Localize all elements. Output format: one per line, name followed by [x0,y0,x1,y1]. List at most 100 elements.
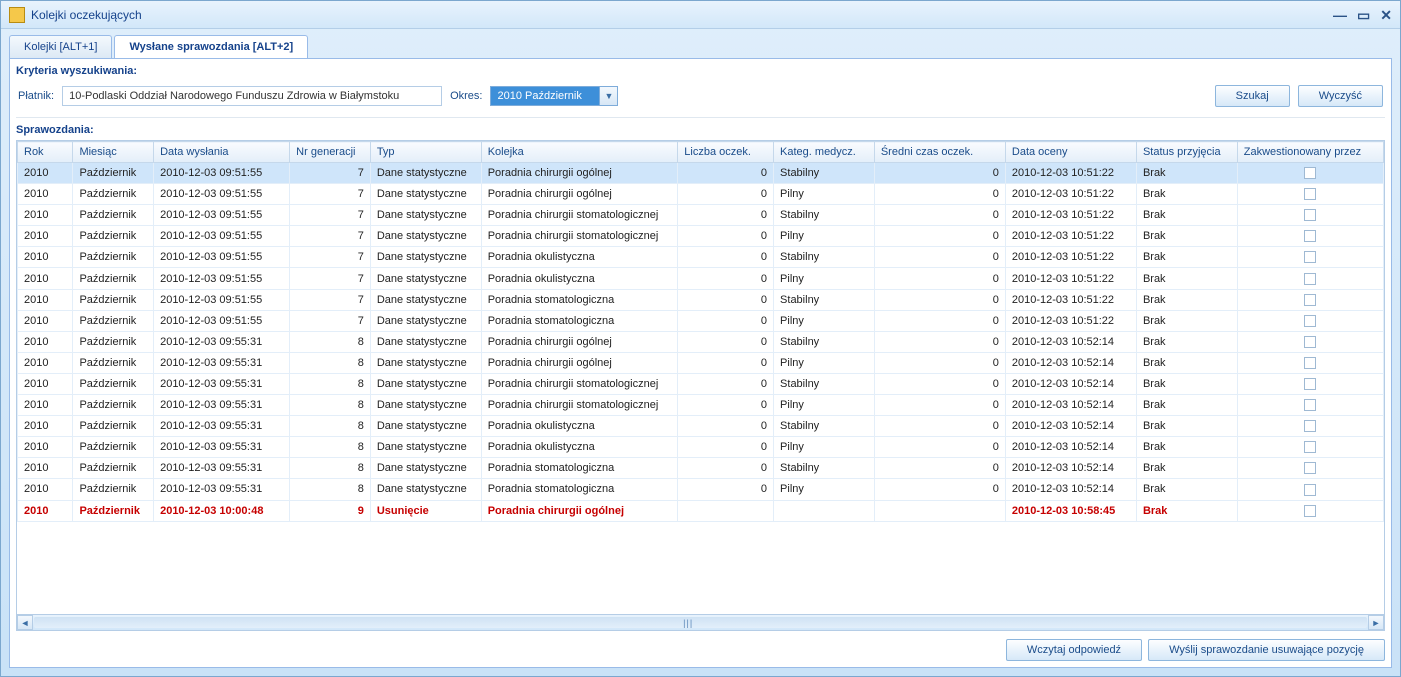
table-cell: 0 [874,268,1005,289]
column-header[interactable]: Liczba oczek. [678,142,774,163]
table-cell: 0 [678,310,774,331]
table-row[interactable]: 2010Październik2010-12-03 09:55:318Dane … [18,437,1384,458]
column-header[interactable]: Nr generacji [290,142,371,163]
table-cell: 0 [678,395,774,416]
reports-section-label: Sprawozdania: [16,124,1385,136]
send-delete-report-button[interactable]: Wyślij sprawozdanie usuwające pozycję [1148,639,1385,661]
table-cell: Brak [1136,373,1237,394]
period-combo[interactable]: ▼ [490,86,618,106]
table-row[interactable]: 2010Październik2010-12-03 10:00:489Usuni… [18,500,1384,521]
checkbox[interactable] [1304,209,1316,221]
table-cell: 2010 [18,310,73,331]
table-cell: Październik [73,331,154,352]
table-cell: Poradnia chirurgii stomatologicznej [481,226,678,247]
table-row[interactable]: 2010Październik2010-12-03 09:51:557Dane … [18,163,1384,184]
payer-field[interactable] [62,86,442,106]
checkbox[interactable] [1304,230,1316,242]
table-cell: Pilny [774,395,875,416]
tab-sent-reports[interactable]: Wysłane sprawozdania [ALT+2] [114,35,308,58]
table-cell: Dane statystyczne [370,163,481,184]
table-row[interactable]: 2010Październik2010-12-03 09:51:557Dane … [18,289,1384,310]
table-cell: Pilny [774,268,875,289]
column-header[interactable]: Kolejka [481,142,678,163]
scroll-right-button[interactable]: ► [1368,615,1384,630]
scroll-left-button[interactable]: ◄ [17,615,33,630]
checkbox[interactable] [1304,336,1316,348]
table-cell: Październik [73,247,154,268]
column-header[interactable]: Kateg. medycz. [774,142,875,163]
column-header[interactable]: Zakwestionowany przez [1237,142,1383,163]
column-header[interactable]: Data oceny [1005,142,1136,163]
table-row[interactable]: 2010Październik2010-12-03 09:51:557Dane … [18,310,1384,331]
table-row[interactable]: 2010Październik2010-12-03 09:51:557Dane … [18,184,1384,205]
table-cell: 0 [678,205,774,226]
checkbox[interactable] [1304,505,1316,517]
table-row[interactable]: 2010Październik2010-12-03 09:55:318Dane … [18,479,1384,500]
period-combo-trigger[interactable]: ▼ [600,86,618,106]
checkbox[interactable] [1304,273,1316,285]
table-cell: Brak [1136,268,1237,289]
table-cell: 2010-12-03 10:52:14 [1005,373,1136,394]
table-cell: Stabilny [774,205,875,226]
titlebar: Kolejki oczekujących — ▭ ✕ [1,1,1400,29]
table-row[interactable]: 2010Październik2010-12-03 09:51:557Dane … [18,205,1384,226]
app-window: Kolejki oczekujących — ▭ ✕ Kolejki [ALT+… [0,0,1401,677]
checkbox[interactable] [1304,484,1316,496]
table-cell: 2010-12-03 10:51:22 [1005,310,1136,331]
table-row[interactable]: 2010Październik2010-12-03 09:51:557Dane … [18,268,1384,289]
table-row[interactable]: 2010Październik2010-12-03 09:55:318Dane … [18,331,1384,352]
load-response-button[interactable]: Wczytaj odpowiedź [1006,639,1142,661]
table-row[interactable]: 2010Październik2010-12-03 09:55:318Dane … [18,416,1384,437]
table-cell [1237,247,1383,268]
column-header[interactable]: Status przyjęcia [1136,142,1237,163]
table-cell: 2010 [18,352,73,373]
table-cell: 2010 [18,163,73,184]
column-header[interactable]: Rok [18,142,73,163]
table-cell: 2010-12-03 09:51:55 [154,247,290,268]
grid-scroll[interactable]: RokMiesiącData wysłaniaNr generacjiTypKo… [16,140,1385,615]
maximize-button[interactable]: ▭ [1357,8,1370,22]
table-cell: Październik [73,458,154,479]
period-combo-input[interactable] [490,86,600,106]
table-row[interactable]: 2010Październik2010-12-03 09:55:318Dane … [18,373,1384,394]
checkbox[interactable] [1304,378,1316,390]
table-row[interactable]: 2010Październik2010-12-03 09:51:557Dane … [18,226,1384,247]
table-cell: Brak [1136,163,1237,184]
table-cell: 0 [678,331,774,352]
checkbox[interactable] [1304,315,1316,327]
table-row[interactable]: 2010Październik2010-12-03 09:55:318Dane … [18,395,1384,416]
minimize-button[interactable]: — [1333,8,1347,22]
table-cell: 7 [290,268,371,289]
table-row[interactable]: 2010Październik2010-12-03 09:55:318Dane … [18,352,1384,373]
checkbox[interactable] [1304,399,1316,411]
column-header[interactable]: Data wysłania [154,142,290,163]
checkbox[interactable] [1304,420,1316,432]
checkbox[interactable] [1304,441,1316,453]
checkbox[interactable] [1304,167,1316,179]
checkbox[interactable] [1304,294,1316,306]
window-title: Kolejki oczekujących [31,8,142,22]
table-cell: 0 [678,226,774,247]
table-cell: Poradnia chirurgii ogólnej [481,163,678,184]
clear-button[interactable]: Wyczyść [1298,85,1383,107]
checkbox[interactable] [1304,462,1316,474]
table-cell: Brak [1136,395,1237,416]
table-row[interactable]: 2010Październik2010-12-03 09:55:318Dane … [18,458,1384,479]
column-header[interactable]: Typ [370,142,481,163]
checkbox[interactable] [1304,251,1316,263]
table-row[interactable]: 2010Październik2010-12-03 09:51:557Dane … [18,247,1384,268]
close-button[interactable]: ✕ [1380,8,1392,22]
horizontal-scrollbar[interactable]: ◄ ||| ► [16,615,1385,631]
table-cell: 2010-12-03 09:51:55 [154,310,290,331]
tab-queues[interactable]: Kolejki [ALT+1] [9,35,112,58]
checkbox[interactable] [1304,188,1316,200]
table-cell: 2010-12-03 09:51:55 [154,268,290,289]
table-cell: Poradnia chirurgii ogólnej [481,184,678,205]
column-header[interactable]: Średni czas oczek. [874,142,1005,163]
table-cell: 0 [874,395,1005,416]
checkbox[interactable] [1304,357,1316,369]
table-cell [1237,310,1383,331]
column-header[interactable]: Miesiąc [73,142,154,163]
table-cell: Dane statystyczne [370,247,481,268]
search-button[interactable]: Szukaj [1215,85,1290,107]
